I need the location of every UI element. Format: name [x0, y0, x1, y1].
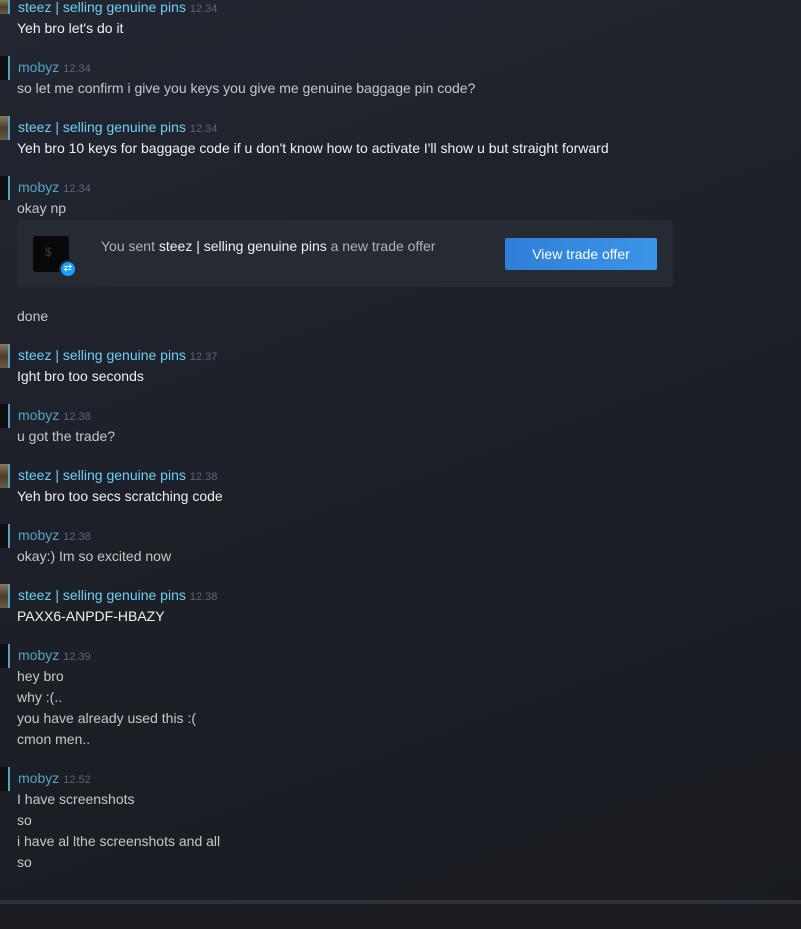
message-header: steez | selling genuine pins 12.38: [18, 467, 217, 485]
message-text: cmon men..: [17, 731, 91, 747]
message-text: u got the trade?: [17, 428, 116, 444]
message-text: Ight bro too seconds: [17, 368, 144, 384]
message-header: mobyz 12.52: [18, 770, 91, 788]
message-text: Yeh bro too secs scratching code: [17, 488, 223, 504]
avatar[interactable]: [0, 767, 10, 791]
avatar[interactable]: [0, 56, 10, 80]
message-text: Yeh bro 10 keys for baggage code if u do…: [17, 140, 609, 156]
sender-name[interactable]: mobyz: [18, 770, 59, 786]
sender-name[interactable]: steez | selling genuine pins: [18, 0, 186, 15]
sender-name[interactable]: mobyz: [18, 59, 59, 75]
trade-offer-text: You sent steez | selling genuine pins a …: [101, 238, 435, 254]
message-text: so let me confirm i give you keys you gi…: [17, 80, 476, 96]
view-trade-offer-button[interactable]: View trade offer: [505, 238, 657, 270]
avatar[interactable]: [0, 0, 10, 14]
message-text: you have already used this :(: [17, 710, 196, 726]
timestamp: 12.34: [63, 183, 91, 195]
message-header: mobyz 12.38: [18, 407, 91, 425]
sender-name[interactable]: steez | selling genuine pins: [18, 347, 186, 363]
message-text: okay np: [17, 200, 67, 216]
message-header: steez | selling genuine pins 12.34: [18, 119, 217, 137]
sender-name[interactable]: mobyz: [18, 527, 59, 543]
chat-input-area[interactable]: [0, 904, 801, 929]
message-text: okay:) Im so excited now: [17, 548, 172, 564]
sender-name[interactable]: mobyz: [18, 407, 59, 423]
message-text: i have al lthe screenshots and all: [17, 833, 221, 849]
avatar[interactable]: [0, 644, 10, 668]
avatar[interactable]: [0, 404, 10, 428]
trade-offer-card: $ ⇄ You sent steez | selling genuine pin…: [17, 220, 673, 287]
dollar-sign-icon: $: [45, 245, 52, 259]
trade-prefix: You sent: [101, 238, 155, 254]
message-text: so: [17, 812, 32, 828]
message-text: I have screenshots: [17, 791, 135, 807]
timestamp: 12.52: [63, 774, 91, 786]
message-header: steez | selling genuine pins 12.37: [18, 347, 217, 365]
avatar[interactable]: [0, 524, 10, 548]
sender-name[interactable]: mobyz: [18, 179, 59, 195]
timestamp: 12.38: [63, 531, 91, 543]
timestamp: 12.39: [63, 651, 91, 663]
trade-arrows-icon: ⇄: [59, 260, 77, 278]
message-text: done: [17, 308, 49, 324]
avatar[interactable]: [0, 116, 10, 140]
message-header: mobyz 12.34: [18, 59, 91, 77]
timestamp: 12.34: [63, 63, 91, 75]
avatar[interactable]: [0, 464, 10, 488]
message-header: mobyz 12.34: [18, 179, 91, 197]
avatar[interactable]: [0, 344, 10, 368]
sender-name[interactable]: steez | selling genuine pins: [18, 119, 186, 135]
timestamp: 12.34: [189, 123, 218, 135]
timestamp: 12.37: [189, 351, 218, 363]
avatar[interactable]: [0, 176, 10, 200]
sender-name[interactable]: steez | selling genuine pins: [18, 467, 186, 483]
message-header: mobyz 12.38: [18, 527, 91, 545]
message-text: why :(..: [17, 689, 63, 705]
timestamp: 12.34: [189, 3, 218, 15]
sender-name[interactable]: mobyz: [18, 647, 59, 663]
message-header: mobyz 12.39: [18, 647, 91, 665]
message-text: Yeh bro let's do it: [17, 20, 124, 36]
sender-name[interactable]: steez | selling genuine pins: [18, 587, 186, 603]
message-text: so: [17, 854, 32, 870]
message-header: steez | selling genuine pins 12.34: [18, 0, 217, 17]
timestamp: 12.38: [189, 591, 218, 603]
trade-suffix: a new trade offer: [330, 238, 436, 254]
timestamp: 12.38: [63, 411, 91, 423]
message-text: PAXX6-ANPDF-HBAZY: [17, 608, 165, 624]
avatar[interactable]: [0, 584, 10, 608]
message-header: steez | selling genuine pins 12.38: [18, 587, 217, 605]
trade-recipient: steez | selling genuine pins: [158, 238, 327, 254]
timestamp: 12.38: [189, 471, 218, 483]
message-text: hey bro: [17, 668, 64, 684]
